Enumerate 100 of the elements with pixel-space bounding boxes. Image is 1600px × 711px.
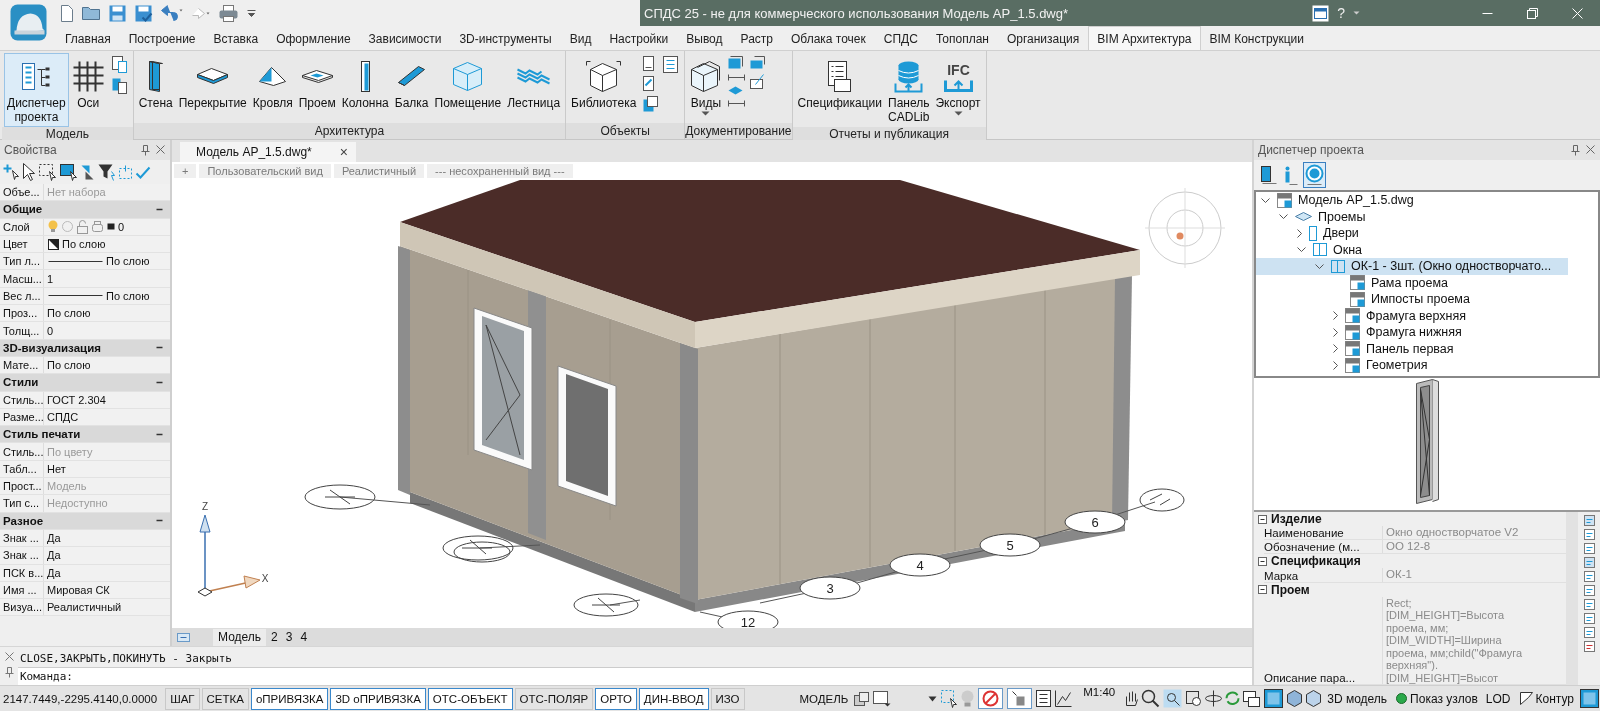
mode-toggle[interactable]: оПРИВЯЗКА — [250, 687, 329, 710]
expanded-chevron-icon[interactable] — [1296, 246, 1307, 254]
pin-icon[interactable] — [1570, 143, 1581, 157]
minimize-icon[interactable] — [1481, 11, 1494, 15]
no-symbol-icon[interactable] — [977, 687, 1005, 710]
mode-toggle[interactable]: ШАГ — [165, 687, 200, 710]
dropdown-box-icon[interactable] — [872, 689, 893, 708]
ribbon-button[interactable]: Стена — [135, 53, 176, 113]
zoom-icon[interactable] — [1141, 689, 1161, 708]
ribbon-tab[interactable]: Оформление — [267, 26, 360, 50]
select-all-icon[interactable] — [59, 162, 78, 182]
edit-icon[interactable] — [1582, 556, 1596, 569]
pin-icon[interactable] — [140, 143, 151, 157]
tree-item[interactable]: ОК-1 - 3шт. (Окно одностворчато... — [1256, 258, 1568, 275]
small-tool-icon[interactable] — [642, 75, 656, 92]
cursor-icon[interactable] — [22, 162, 36, 182]
command-input[interactable]: Команда: — [18, 667, 1252, 685]
ribbon-button[interactable]: Оси — [68, 53, 108, 113]
small-tool-icon[interactable] — [642, 95, 660, 113]
mode-toggle[interactable]: СЕТКА — [201, 687, 249, 710]
ribbon-button[interactable]: IFC Экспорт — [932, 53, 984, 120]
view-control[interactable]: Пользовательский вид — [199, 164, 331, 178]
layout-tab[interactable]: 2 — [268, 628, 281, 646]
close-icon[interactable] — [155, 143, 166, 155]
tree-item[interactable]: Импосты проема — [1256, 291, 1598, 308]
select-box-icon[interactable] — [38, 162, 57, 182]
small-tool-icon[interactable] — [727, 99, 747, 108]
ribbon-tab[interactable]: Растр — [731, 26, 782, 50]
scale-readout[interactable]: М1:40 — [1075, 686, 1124, 698]
mode-toggle[interactable]: 3D оПРИВЯЗКА — [330, 687, 426, 710]
tree-item[interactable]: Панель первая — [1256, 340, 1598, 357]
layout-tab[interactable]: 3 — [282, 628, 296, 646]
collapsed-chevron-icon[interactable] — [1332, 326, 1339, 338]
ribbon-tab[interactable]: BIM Архитектура — [1088, 26, 1201, 50]
ribbon-button[interactable]: Панель CADLib — [885, 53, 933, 127]
expanded-chevron-icon[interactable] — [1278, 213, 1289, 221]
view-control[interactable]: Реалистичный — [333, 164, 425, 178]
list-icon[interactable] — [1035, 689, 1053, 708]
open-folder-icon[interactable] — [81, 5, 101, 21]
ribbon-tab[interactable]: Облака точек — [782, 26, 875, 50]
ribbon-tab[interactable]: Настройки — [600, 26, 678, 50]
pin-icon[interactable] — [3, 666, 15, 679]
collapse-icon[interactable] — [155, 432, 164, 436]
tree-item[interactable]: Геометрия — [1256, 357, 1598, 374]
dropdown-caret-icon[interactable] — [927, 694, 939, 703]
ribbon-tab[interactable]: Построение — [119, 26, 205, 50]
tree-item[interactable]: Рама проема — [1256, 274, 1598, 291]
checkmark-icon[interactable] — [135, 165, 151, 179]
ribbon-button[interactable]: Проем — [295, 53, 339, 113]
add-selection-icon[interactable] — [2, 163, 20, 181]
collapsed-chevron-icon[interactable] — [1332, 359, 1339, 371]
ribbon-tab[interactable]: Главная — [56, 26, 120, 50]
collapse-icon[interactable] — [155, 207, 164, 211]
collapse-box-icon[interactable] — [1257, 555, 1268, 567]
small-tool-icon[interactable] — [749, 55, 767, 70]
pick-add-icon[interactable] — [118, 164, 133, 180]
zoom-window-icon[interactable] — [1162, 688, 1184, 709]
close-icon[interactable] — [1585, 143, 1596, 155]
close-icon[interactable] — [3, 651, 15, 662]
table-icon[interactable] — [1582, 612, 1596, 625]
mode-toggle[interactable]: ОТС-ОБЪЕКТ — [427, 687, 513, 710]
layout-tab[interactable]: 4 — [297, 628, 311, 646]
ribbon-tab[interactable]: Вид — [560, 26, 601, 50]
collapse-box-icon[interactable] — [1257, 513, 1268, 525]
expanded-chevron-icon[interactable] — [1314, 262, 1325, 270]
copy-window-icon[interactable] — [1242, 689, 1262, 708]
ribbon-button[interactable]: Колонна — [338, 53, 392, 113]
collapsed-chevron-icon[interactable] — [1332, 343, 1339, 355]
mode-toggle[interactable]: ДИН-ВВОД — [638, 687, 709, 710]
ribbon-button[interactable]: Перекрытие — [175, 53, 250, 113]
app-logo-icon[interactable] — [8, 3, 48, 42]
mode-toggle[interactable]: ОРТО — [595, 687, 637, 710]
collapse-icon[interactable] — [155, 380, 164, 384]
link-icon[interactable] — [1582, 570, 1596, 583]
small-tool-icon[interactable] — [662, 55, 680, 74]
ribbon-button[interactable]: Виды — [687, 53, 725, 120]
ribbon-button[interactable]: Помещение — [431, 53, 505, 113]
collapse-icon[interactable] — [155, 346, 164, 350]
printer-icon[interactable] — [218, 3, 239, 23]
tree-item[interactable]: Проемы — [1256, 208, 1598, 225]
save-icon[interactable] — [108, 3, 127, 23]
note-icon[interactable] — [1582, 626, 1596, 639]
mode-toggle[interactable]: ИЗО — [710, 687, 745, 710]
small-tool-icon[interactable] — [749, 73, 766, 90]
monitor-icon[interactable] — [1579, 688, 1600, 709]
restore-icon[interactable] — [1526, 6, 1539, 20]
sort-icon[interactable] — [1582, 528, 1596, 541]
collapse-box-icon[interactable] — [1257, 584, 1268, 595]
ribbon-tab[interactable]: BIM Конструкции — [1200, 26, 1314, 50]
layout-tab[interactable]: Модель — [213, 628, 267, 646]
new-file-icon[interactable] — [60, 3, 74, 23]
expanded-chevron-icon[interactable] — [1260, 196, 1271, 204]
ribbon-tab[interactable]: Топоплан — [926, 26, 998, 50]
tree-item[interactable]: Фрамуга нижняя — [1256, 324, 1598, 341]
undo-icon[interactable] — [160, 4, 184, 22]
layout-menu-icon[interactable] — [176, 631, 191, 643]
save-as-icon[interactable] — [134, 3, 153, 23]
ribbon-button[interactable]: Библиотека — [568, 53, 640, 113]
help-button[interactable]: ? — [1334, 4, 1348, 22]
collapsed-chevron-icon[interactable] — [1296, 227, 1303, 239]
